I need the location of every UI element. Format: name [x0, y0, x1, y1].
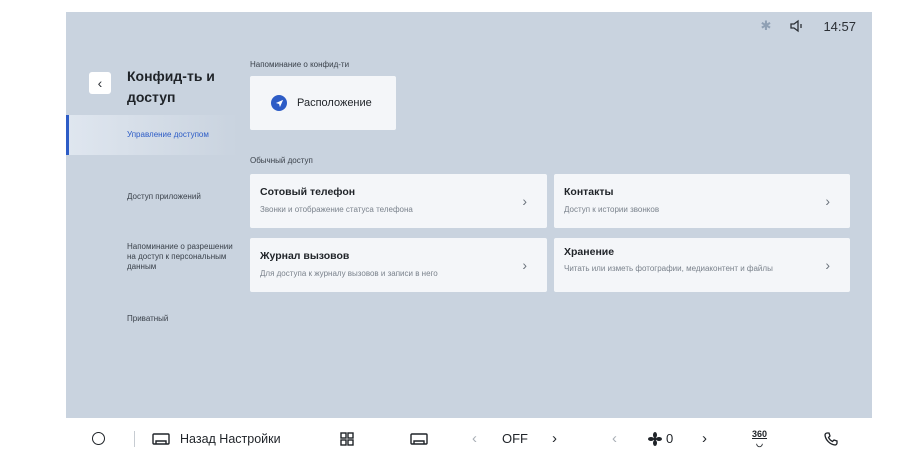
- seat-button[interactable]: [410, 432, 428, 446]
- phone-button[interactable]: [824, 431, 838, 446]
- sidebar-item-permission-reminder[interactable]: Напоминание о разрешении на доступ к пер…: [66, 242, 238, 272]
- call-log-card[interactable]: Журнал вызовов Для доступа к журналу выз…: [250, 238, 547, 292]
- sidebar: ‹ Конфид-ть и доступ Управление доступом…: [66, 52, 238, 412]
- sidebar-item-label: Доступ приложений: [127, 192, 201, 201]
- back-button[interactable]: ‹: [89, 72, 111, 94]
- climate-value: OFF: [502, 431, 528, 446]
- phone-icon: [824, 431, 838, 446]
- storage-card[interactable]: Хранение Читать или изметь фотографии, м…: [554, 238, 850, 292]
- sidebar-item-app-access[interactable]: Доступ приложений: [66, 192, 238, 202]
- fan-increase-button[interactable]: ›: [702, 430, 707, 447]
- sidebar-item-label: Напоминание о разрешении на доступ к пер…: [127, 242, 233, 271]
- back-settings-button[interactable]: Назад Настройки: [152, 432, 281, 446]
- card-description: Для доступа к журналу вызовов и записи в…: [260, 269, 438, 278]
- home-circle-icon: [92, 432, 105, 445]
- car-seat-icon: [410, 432, 428, 445]
- page-title: Конфид-ть и доступ: [127, 68, 215, 105]
- fan-value: 0: [666, 431, 674, 446]
- status-bar: ✱ 14:57: [761, 12, 872, 40]
- location-card[interactable]: Расположение: [250, 76, 396, 130]
- chevron-right-icon: ›: [522, 193, 527, 209]
- volume-icon: [789, 19, 805, 33]
- climate-decrease-button[interactable]: ‹: [472, 430, 477, 447]
- location-label: Расположение: [297, 97, 372, 109]
- bottom-bar: Назад Настройки ‹ OFF › ‹ 0 › 360 ◡: [66, 418, 872, 459]
- common-access-label: Обычный доступ: [250, 156, 313, 165]
- chevron-right-icon: ›: [825, 193, 830, 209]
- bluetooth-icon: ✱: [760, 18, 772, 33]
- sidebar-item-label: Приватный: [127, 314, 169, 323]
- location-arrow-icon: [271, 95, 287, 111]
- fan-icon: [648, 431, 662, 446]
- reminder-section-label: Напоминание о конфид-ти: [250, 60, 350, 69]
- car-seat-icon: [152, 432, 170, 445]
- card-title: Хранение: [564, 246, 615, 258]
- rotate-arrow-icon: ◡: [756, 438, 763, 448]
- chevron-right-icon: ›: [522, 257, 527, 273]
- fan-decrease-button[interactable]: ‹: [612, 430, 617, 447]
- contacts-card[interactable]: Контакты Доступ к истории звонков ›: [554, 174, 850, 228]
- grid-icon: [340, 431, 354, 446]
- apps-grid-button[interactable]: [340, 431, 354, 446]
- card-description: Читать или изметь фотографии, медиаконте…: [564, 264, 773, 273]
- back-settings-label: Назад Настройки: [180, 431, 281, 446]
- screen: ✱ 14:57 ‹ Конфид-ть и доступ Управление …: [66, 12, 872, 459]
- card-description: Звонки и отображение статуса телефона: [260, 205, 413, 214]
- climate-increase-button[interactable]: ›: [552, 430, 557, 447]
- sidebar-item-access-control[interactable]: Управление доступом: [66, 115, 238, 155]
- fan-speed: 0: [648, 431, 673, 446]
- card-title: Сотовый телефон: [260, 186, 356, 198]
- chevron-left-icon: ‹: [97, 75, 103, 91]
- sidebar-item-label: Управление доступом: [127, 130, 209, 139]
- chevron-right-icon: ›: [825, 257, 830, 273]
- clock: 14:57: [823, 18, 856, 34]
- card-title: Контакты: [564, 186, 614, 198]
- view-360-label: 360: [752, 428, 768, 439]
- card-title: Журнал вызовов: [260, 250, 350, 262]
- cellular-phone-card[interactable]: Сотовый телефон Звонки и отображение ста…: [250, 174, 547, 228]
- card-description: Доступ к истории звонков: [564, 205, 660, 214]
- view-360-button[interactable]: 360 ◡: [752, 428, 768, 448]
- divider: [134, 430, 135, 447]
- sidebar-item-private[interactable]: Приватный: [66, 314, 238, 324]
- home-button[interactable]: [92, 432, 105, 445]
